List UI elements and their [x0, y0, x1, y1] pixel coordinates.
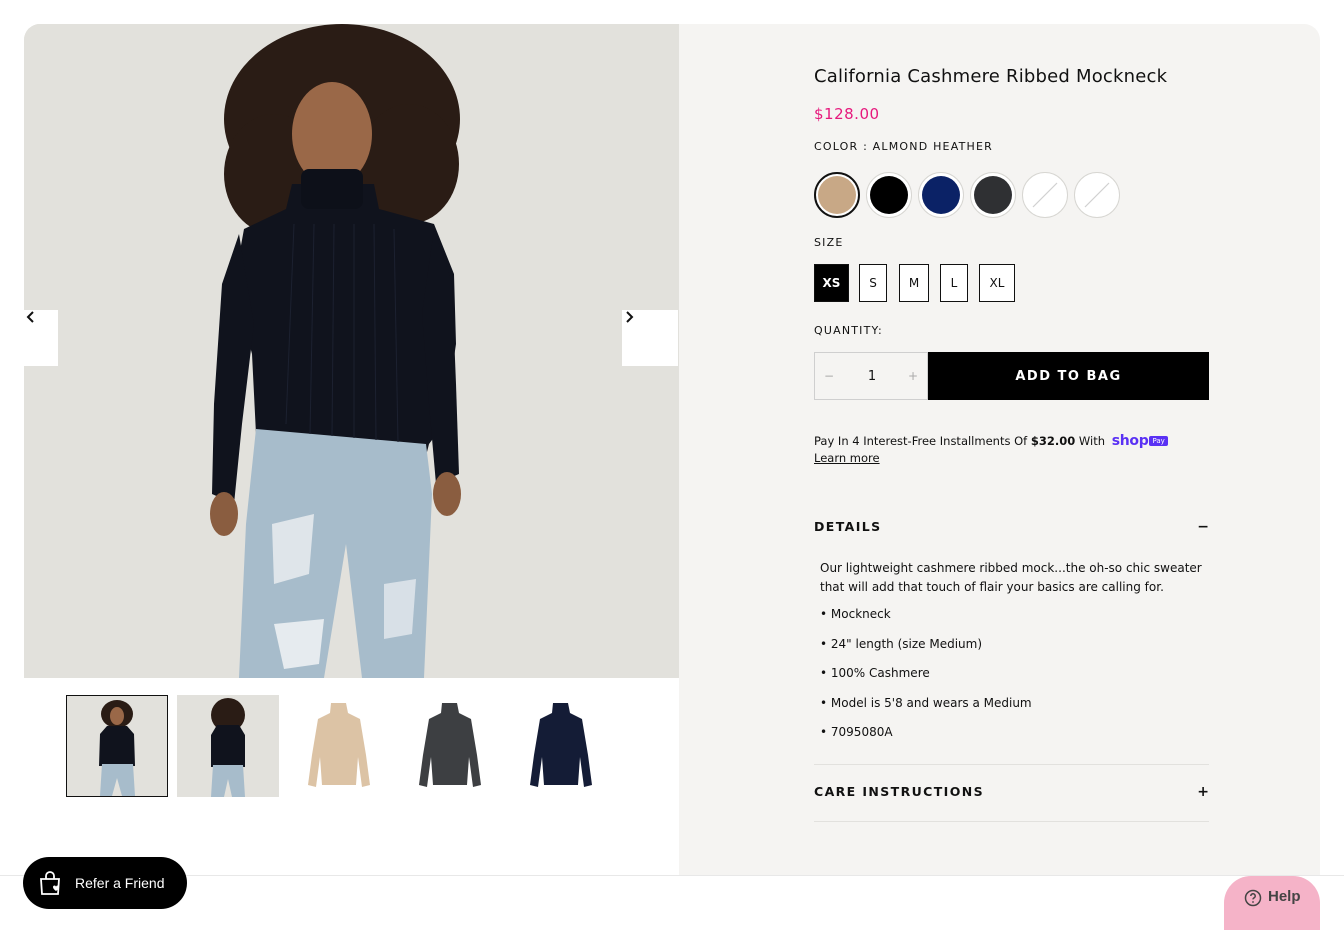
- add-to-bag-button[interactable]: ADD TO BAG: [928, 352, 1209, 400]
- thumbnail-image: [530, 703, 592, 787]
- color-label: COLOR : ALMOND HEATHER: [814, 140, 993, 153]
- thumbnail-image: [308, 703, 370, 787]
- thumbnail-model-front[interactable]: [66, 695, 168, 797]
- product-title: California Cashmere Ribbed Mockneck: [814, 66, 1168, 87]
- thumbnail-image: [177, 695, 279, 797]
- quantity-label: QUANTITY:: [814, 324, 883, 337]
- chevron-left-icon: [26, 311, 34, 323]
- swatch-black[interactable]: [866, 172, 912, 218]
- installments-amount: $32.00: [1030, 434, 1076, 448]
- size-options: XS S M L XL: [814, 264, 1034, 302]
- swatch-charcoal[interactable]: [970, 172, 1016, 218]
- gallery-next-button[interactable]: [622, 310, 678, 366]
- quantity-decrease-button[interactable]: −: [815, 353, 843, 399]
- care-title: CARE INSTRUCTIONS: [814, 784, 985, 799]
- details-description: Our lightweight cashmere ribbed mock...t…: [820, 561, 1202, 594]
- thumbnail-model-back[interactable]: [177, 695, 279, 797]
- unavailable-slash-icon: [1079, 177, 1115, 213]
- details-content: Our lightweight cashmere ribbed mock...t…: [820, 559, 1205, 753]
- swatch-color: [922, 176, 960, 214]
- details-title: DETAILS: [814, 519, 882, 534]
- hero-image: [24, 24, 679, 678]
- thumbnail-flat-charcoal[interactable]: [399, 695, 501, 797]
- size-s[interactable]: S: [859, 264, 887, 302]
- installments-prefix: Pay In 4 Interest-Free Installments Of: [814, 434, 1031, 448]
- size-m[interactable]: M: [899, 264, 929, 302]
- shop-pay-logo: shop: [1111, 433, 1149, 449]
- details-accordion-header[interactable]: DETAILS −: [814, 519, 1209, 539]
- quantity-increase-button[interactable]: +: [899, 353, 927, 399]
- color-swatches: [814, 172, 1134, 218]
- divider: [814, 764, 1209, 765]
- details-bullet: 7095080A: [820, 723, 1205, 742]
- refer-a-friend-label: Refer a Friend: [75, 875, 165, 891]
- details-bullet: 100% Cashmere: [820, 664, 1205, 683]
- installments-suffix: With: [1075, 434, 1106, 448]
- details-bullet: Mockneck: [820, 605, 1205, 624]
- refer-a-friend-button[interactable]: Refer a Friend: [23, 857, 187, 909]
- footer-divider: [0, 875, 1344, 876]
- thumbnail-flat-almond[interactable]: [288, 695, 390, 797]
- learn-more-link[interactable]: Learn more: [814, 451, 880, 465]
- swatch-color: [870, 176, 908, 214]
- gallery-prev-button[interactable]: [24, 310, 58, 366]
- swatch-almond-heather[interactable]: [814, 172, 860, 218]
- shop-pay-badge: Pay: [1149, 436, 1168, 446]
- quantity-stepper: − +: [814, 352, 928, 400]
- details-bullet: Model is 5'8 and wears a Medium: [820, 694, 1205, 713]
- unavailable-slash-icon: [1027, 177, 1063, 213]
- model-photo: [24, 24, 679, 678]
- size-l[interactable]: L: [940, 264, 968, 302]
- help-label: Help: [1268, 888, 1301, 905]
- swatch-navy[interactable]: [918, 172, 964, 218]
- product-page: California Cashmere Ribbed Mockneck $128…: [0, 0, 1344, 930]
- shopping-bag-heart-icon: [40, 871, 60, 895]
- product-price: $128.00: [814, 105, 880, 123]
- divider: [814, 821, 1209, 822]
- expand-icon: +: [1197, 784, 1209, 800]
- thumbnail-image: [419, 703, 481, 787]
- details-bullets: Mockneck 24" length (size Medium) 100% C…: [820, 605, 1205, 742]
- swatch-unavailable-1[interactable]: [1022, 172, 1068, 218]
- quantity-input[interactable]: [845, 353, 899, 399]
- thumbnail-strip: [66, 695, 626, 797]
- care-accordion-header[interactable]: CARE INSTRUCTIONS +: [814, 784, 1209, 804]
- product-info-panel: California Cashmere Ribbed Mockneck $128…: [679, 24, 1320, 875]
- details-bullet: 24" length (size Medium): [820, 635, 1205, 654]
- product-gallery: [24, 24, 679, 875]
- size-xs[interactable]: XS: [814, 264, 849, 302]
- collapse-icon: −: [1197, 519, 1209, 535]
- swatch-unavailable-2[interactable]: [1074, 172, 1120, 218]
- swatch-color: [818, 176, 856, 214]
- thumbnail-flat-navy[interactable]: [510, 695, 612, 797]
- help-button[interactable]: Help: [1224, 876, 1320, 930]
- question-circle-icon: [1244, 889, 1262, 907]
- thumbnail-image: [67, 696, 167, 796]
- installments-message: Pay In 4 Interest-Free Installments Of $…: [814, 433, 1168, 449]
- chevron-right-icon: [626, 311, 634, 323]
- size-label: SIZE: [814, 236, 844, 249]
- swatch-color: [974, 176, 1012, 214]
- size-xl[interactable]: XL: [979, 264, 1015, 302]
